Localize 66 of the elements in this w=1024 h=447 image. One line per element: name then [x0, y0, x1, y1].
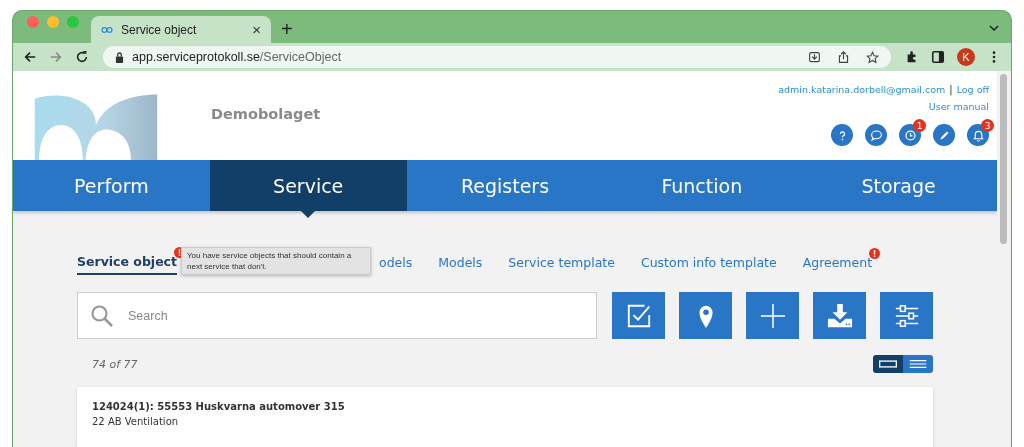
reload-icon[interactable]: [75, 50, 89, 64]
help-button[interactable]: [831, 124, 853, 146]
search-input[interactable]: Search: [126, 307, 584, 324]
sliders-icon: [893, 302, 920, 329]
search-icon: [90, 303, 114, 328]
download-icon: [826, 302, 853, 329]
notifications-button[interactable]: [967, 124, 989, 146]
tab-close-button[interactable]: ×: [252, 21, 261, 38]
profile-avatar[interactable]: K: [957, 48, 975, 66]
sub-tab[interactable]: Custom info template: [640, 254, 777, 274]
list-icon: [908, 359, 928, 369]
service-object-card[interactable]: 124024(1): 55553 Huskvarna automover 315 22 AB Ventilation: [77, 387, 933, 447]
log-off-link[interactable]: Log off: [956, 84, 989, 95]
nav-tab[interactable]: Storage: [800, 160, 997, 211]
add-button[interactable]: [746, 292, 799, 339]
forward-arrow-icon[interactable]: [49, 50, 63, 64]
nav-tab[interactable]: Registers: [406, 160, 604, 211]
user-manual-link[interactable]: User manual: [928, 101, 989, 112]
sub-tab[interactable]: Models: [438, 254, 483, 274]
speech-bubble-icon: [869, 128, 883, 142]
card-subtitle: 22 AB Ventilation: [92, 416, 180, 427]
star-icon[interactable]: [866, 50, 879, 64]
infinity-icon: [101, 25, 113, 34]
card-title: 124024(1): 55553 Huskvarna automover 315: [92, 401, 346, 412]
nav-tab[interactable]: Perform: [13, 160, 210, 211]
back-arrow-icon[interactable]: [23, 50, 37, 64]
side-panel-icon[interactable]: [931, 50, 945, 64]
tab-title: Service object: [121, 22, 198, 37]
active-tab-pointer-icon: [301, 211, 316, 218]
download-button[interactable]: [813, 292, 866, 339]
list-view-button[interactable]: [903, 355, 933, 373]
sub-tab[interactable]: Agreement: [802, 254, 873, 274]
sub-tab[interactable]: odels: [379, 254, 413, 274]
result-count: 74 of 77: [92, 357, 138, 371]
plus-icon: [759, 302, 786, 329]
search-field[interactable]: Search: [77, 292, 597, 339]
edit-button[interactable]: [933, 124, 955, 146]
checkbox-icon: [625, 302, 652, 329]
notification-badge: 3: [981, 119, 994, 132]
card-view-button[interactable]: [873, 355, 903, 373]
new-tab-button[interactable]: +: [281, 18, 293, 41]
sub-tab[interactable]: Service template: [508, 254, 615, 274]
bell-icon: [971, 128, 985, 142]
map-button[interactable]: [679, 292, 732, 339]
tooltip: You have service objects that should contain a next service that don't.: [181, 247, 371, 275]
browser-tab[interactable]: Service object ×: [91, 16, 271, 43]
nav-tab[interactable]: Function: [603, 160, 801, 211]
chevron-down-icon[interactable]: [989, 25, 999, 31]
puzzle-icon[interactable]: [905, 50, 919, 64]
scrollbar-thumb[interactable]: [1000, 74, 1007, 244]
address-bar[interactable]: app.serviceprotokoll.se/ServiceObject: [103, 46, 891, 68]
history-button[interactable]: [899, 124, 921, 146]
share-icon[interactable]: [837, 50, 850, 64]
separator-text: |: [949, 84, 953, 95]
company-name: Demobolaget: [211, 106, 322, 122]
nav-tab[interactable]: Service: [209, 160, 407, 211]
install-icon[interactable]: [808, 50, 821, 64]
clock-icon: [903, 128, 917, 142]
rectangle-icon: [878, 359, 898, 369]
user-email-link[interactable]: admin.katarina.dorbell@gmail.com: [778, 84, 946, 95]
url-text: app.serviceprotokoll.se/ServiceObject: [132, 50, 342, 64]
chat-button[interactable]: [865, 124, 887, 146]
notification-badge: 1: [913, 119, 926, 132]
lock-icon: [115, 51, 124, 63]
select-button[interactable]: [612, 292, 665, 339]
filter-button[interactable]: [880, 292, 933, 339]
